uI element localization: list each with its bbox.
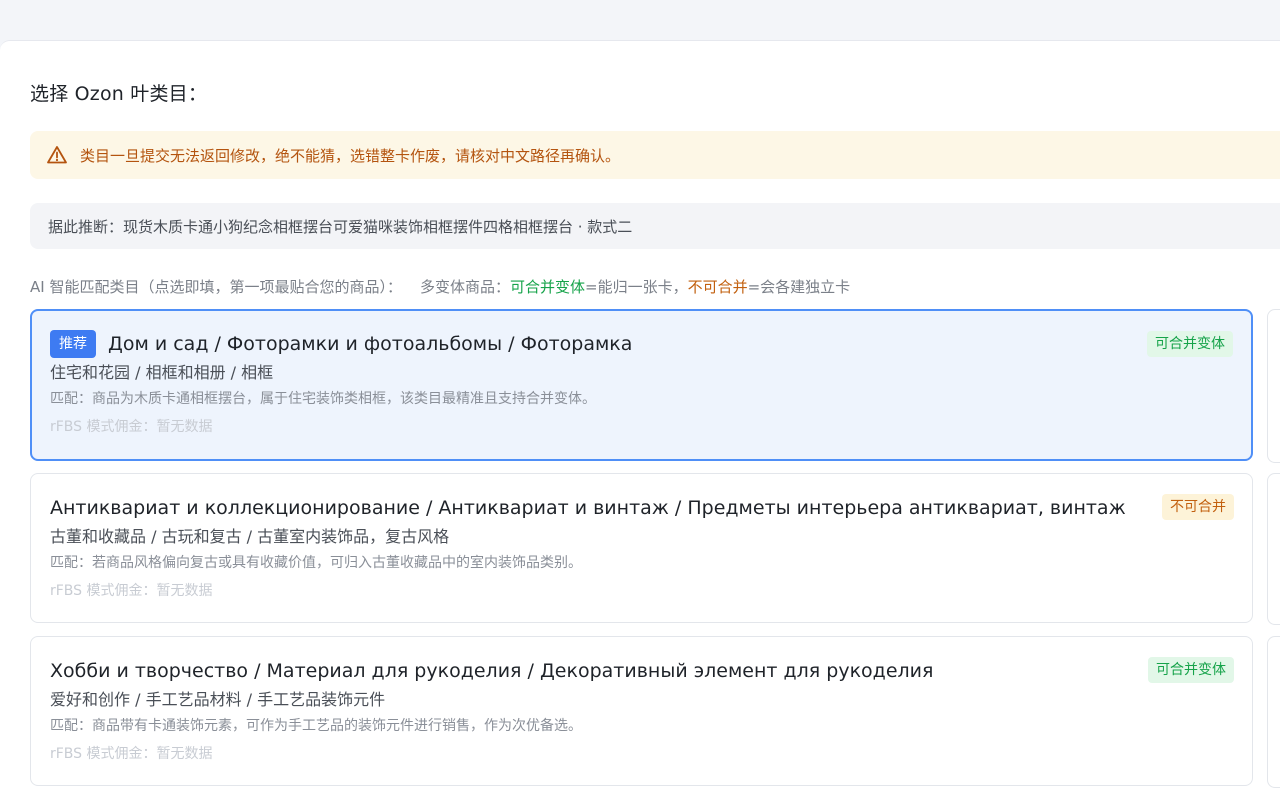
side-card-stub xyxy=(1267,473,1280,625)
variant-merge-tag: 可合并变体 xyxy=(1148,657,1234,683)
option-title-row: Антиквариат и коллекционирование / Антик… xyxy=(50,492,1234,524)
option-ru-path: Хобби и творчество / Материал для рукоде… xyxy=(50,660,934,682)
category-option-3[interactable]: Хобби и творчество / Материал для рукоде… xyxy=(30,636,1253,786)
option-ru-path: Дом и сад / Фоторамки и фотоальбомы / Фо… xyxy=(108,333,633,355)
option-cn-path: 爱好和创作 / 手工艺品材料 / 手工艺品装饰元件 xyxy=(50,690,386,709)
option-commission: rFBS 模式佣金：暂无数据 xyxy=(50,419,213,435)
match-hint: AI 智能匹配类目（点选即填，第一项最贴合您的商品）： 多变体商品：可合并变体=能… xyxy=(30,276,850,297)
side-card-stub xyxy=(1267,309,1280,463)
option-match-reason: 匹配：商品为木质卡通相框摆台，属于住宅装饰类相框，该类目最精准且支持合并变体。 xyxy=(50,391,596,407)
hint-prefix: AI 智能匹配类目（点选即填，第一项最贴合您的商品）： xyxy=(30,278,402,296)
hint-nomerge-label: 不可合并 xyxy=(687,278,748,296)
option-title-row: Хобби и творчество / Материал для рукоде… xyxy=(50,655,1234,687)
option-title-row: 推荐 Дом и сад / Фоторамки и фотоальбомы /… xyxy=(50,328,1234,360)
option-cn-path: 住宅和花园 / 相框和相册 / 相框 xyxy=(50,363,274,382)
side-card-stub xyxy=(1267,636,1280,788)
hint-variant-label: 多变体商品： xyxy=(419,278,510,296)
option-ru-path: Антиквариат и коллекционирование / Антик… xyxy=(50,497,1126,519)
category-option-1[interactable]: 推荐 Дом и сад / Фоторамки и фотоальбомы /… xyxy=(30,309,1253,461)
hint-merge-label: 可合并变体 xyxy=(509,278,585,296)
warning-banner: 类目一旦提交无法返回修改，绝不能猜，选错整卡作废，请核对中文路径再确认。 xyxy=(30,131,1280,179)
warning-text: 类目一旦提交无法返回修改，绝不能猜，选错整卡作废，请核对中文路径再确认。 xyxy=(80,146,621,165)
inference-bar: 据此推断：现货木质卡通小狗纪念相框摆台可爱猫咪装饰相框摆件四格相框摆台 · 款式… xyxy=(30,203,1280,249)
option-commission: rFBS 模式佣金：暂无数据 xyxy=(50,583,213,599)
recommended-badge: 推荐 xyxy=(50,330,96,358)
variant-merge-tag: 可合并变体 xyxy=(1147,331,1233,357)
warning-triangle-icon xyxy=(46,144,68,166)
option-match-reason: 匹配：若商品风格偏向复古或具有收藏价值，可归入古董收藏品中的室内装饰品类别。 xyxy=(50,555,582,571)
hint-merge-desc: =能归一张卡， xyxy=(585,278,688,296)
option-commission: rFBS 模式佣金：暂无数据 xyxy=(50,746,213,762)
option-cn-path: 古董和收藏品 / 古玩和复古 / 古董室内装饰品，复古风格 xyxy=(50,527,450,546)
section-title: 选择 Ozon 叶类目： xyxy=(30,83,208,105)
inference-text: 据此推断：现货木质卡通小狗纪念相框摆台可爱猫咪装饰相框摆件四格相框摆台 · 款式… xyxy=(48,217,633,236)
variant-nomerge-tag: 不可合并 xyxy=(1162,494,1234,520)
category-option-2[interactable]: Антиквариат и коллекционирование / Антик… xyxy=(30,473,1253,623)
option-match-reason: 匹配：商品带有卡通装饰元素，可作为手工艺品的装饰元件进行销售，作为次优备选。 xyxy=(50,718,582,734)
hint-nomerge-desc: =会各建独立卡 xyxy=(747,278,851,296)
